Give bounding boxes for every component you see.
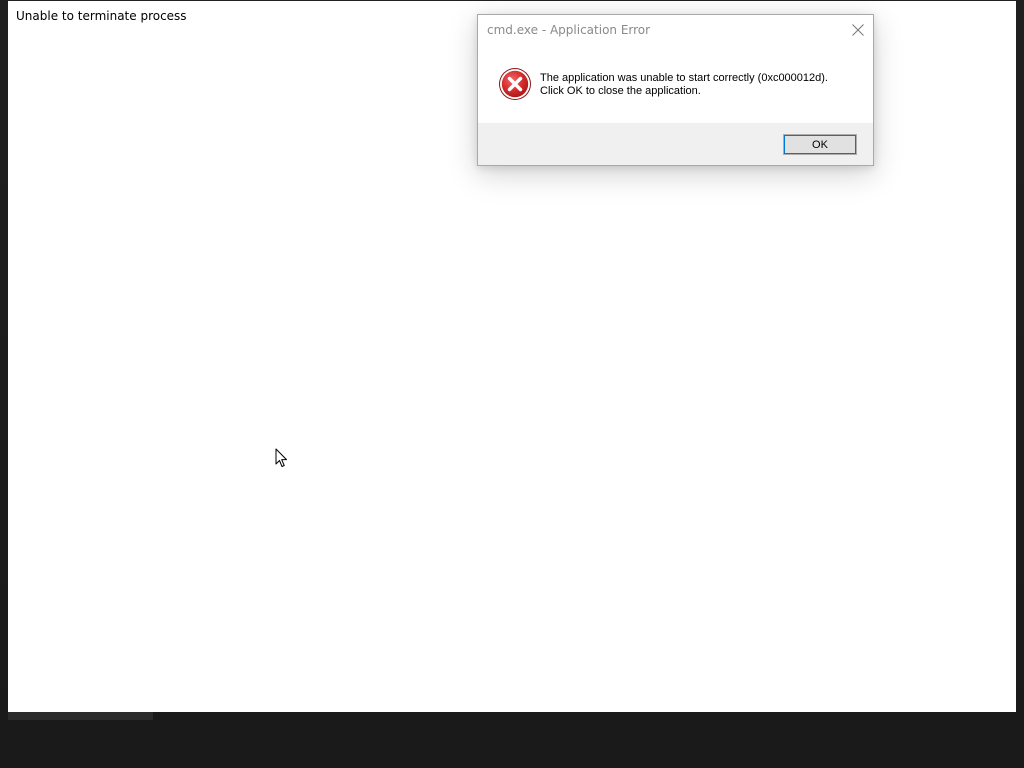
- mouse-cursor-icon: [275, 448, 287, 467]
- error-message-line-2: Click OK to close the application.: [540, 85, 701, 97]
- dialog-title: cmd.exe - Application Error: [487, 23, 651, 37]
- close-button[interactable]: [843, 15, 873, 45]
- close-icon: [852, 24, 864, 36]
- error-message: The application was unable to start corr…: [540, 72, 860, 98]
- error-message-line-1: The application was unable to start corr…: [540, 72, 828, 84]
- dialog-footer: OK: [478, 123, 873, 165]
- taskbar-fragment: [8, 712, 153, 720]
- main-window-title: Unable to terminate process: [16, 9, 187, 23]
- desktop: Unable to terminate process cmd.exe - Ap…: [0, 0, 1024, 768]
- ok-button[interactable]: OK: [783, 134, 857, 155]
- dialog-titlebar[interactable]: cmd.exe - Application Error: [478, 15, 873, 45]
- application-error-dialog: cmd.exe - Application Error The applicat…: [477, 14, 874, 166]
- error-icon: [499, 68, 531, 100]
- dialog-body: The application was unable to start corr…: [478, 45, 873, 123]
